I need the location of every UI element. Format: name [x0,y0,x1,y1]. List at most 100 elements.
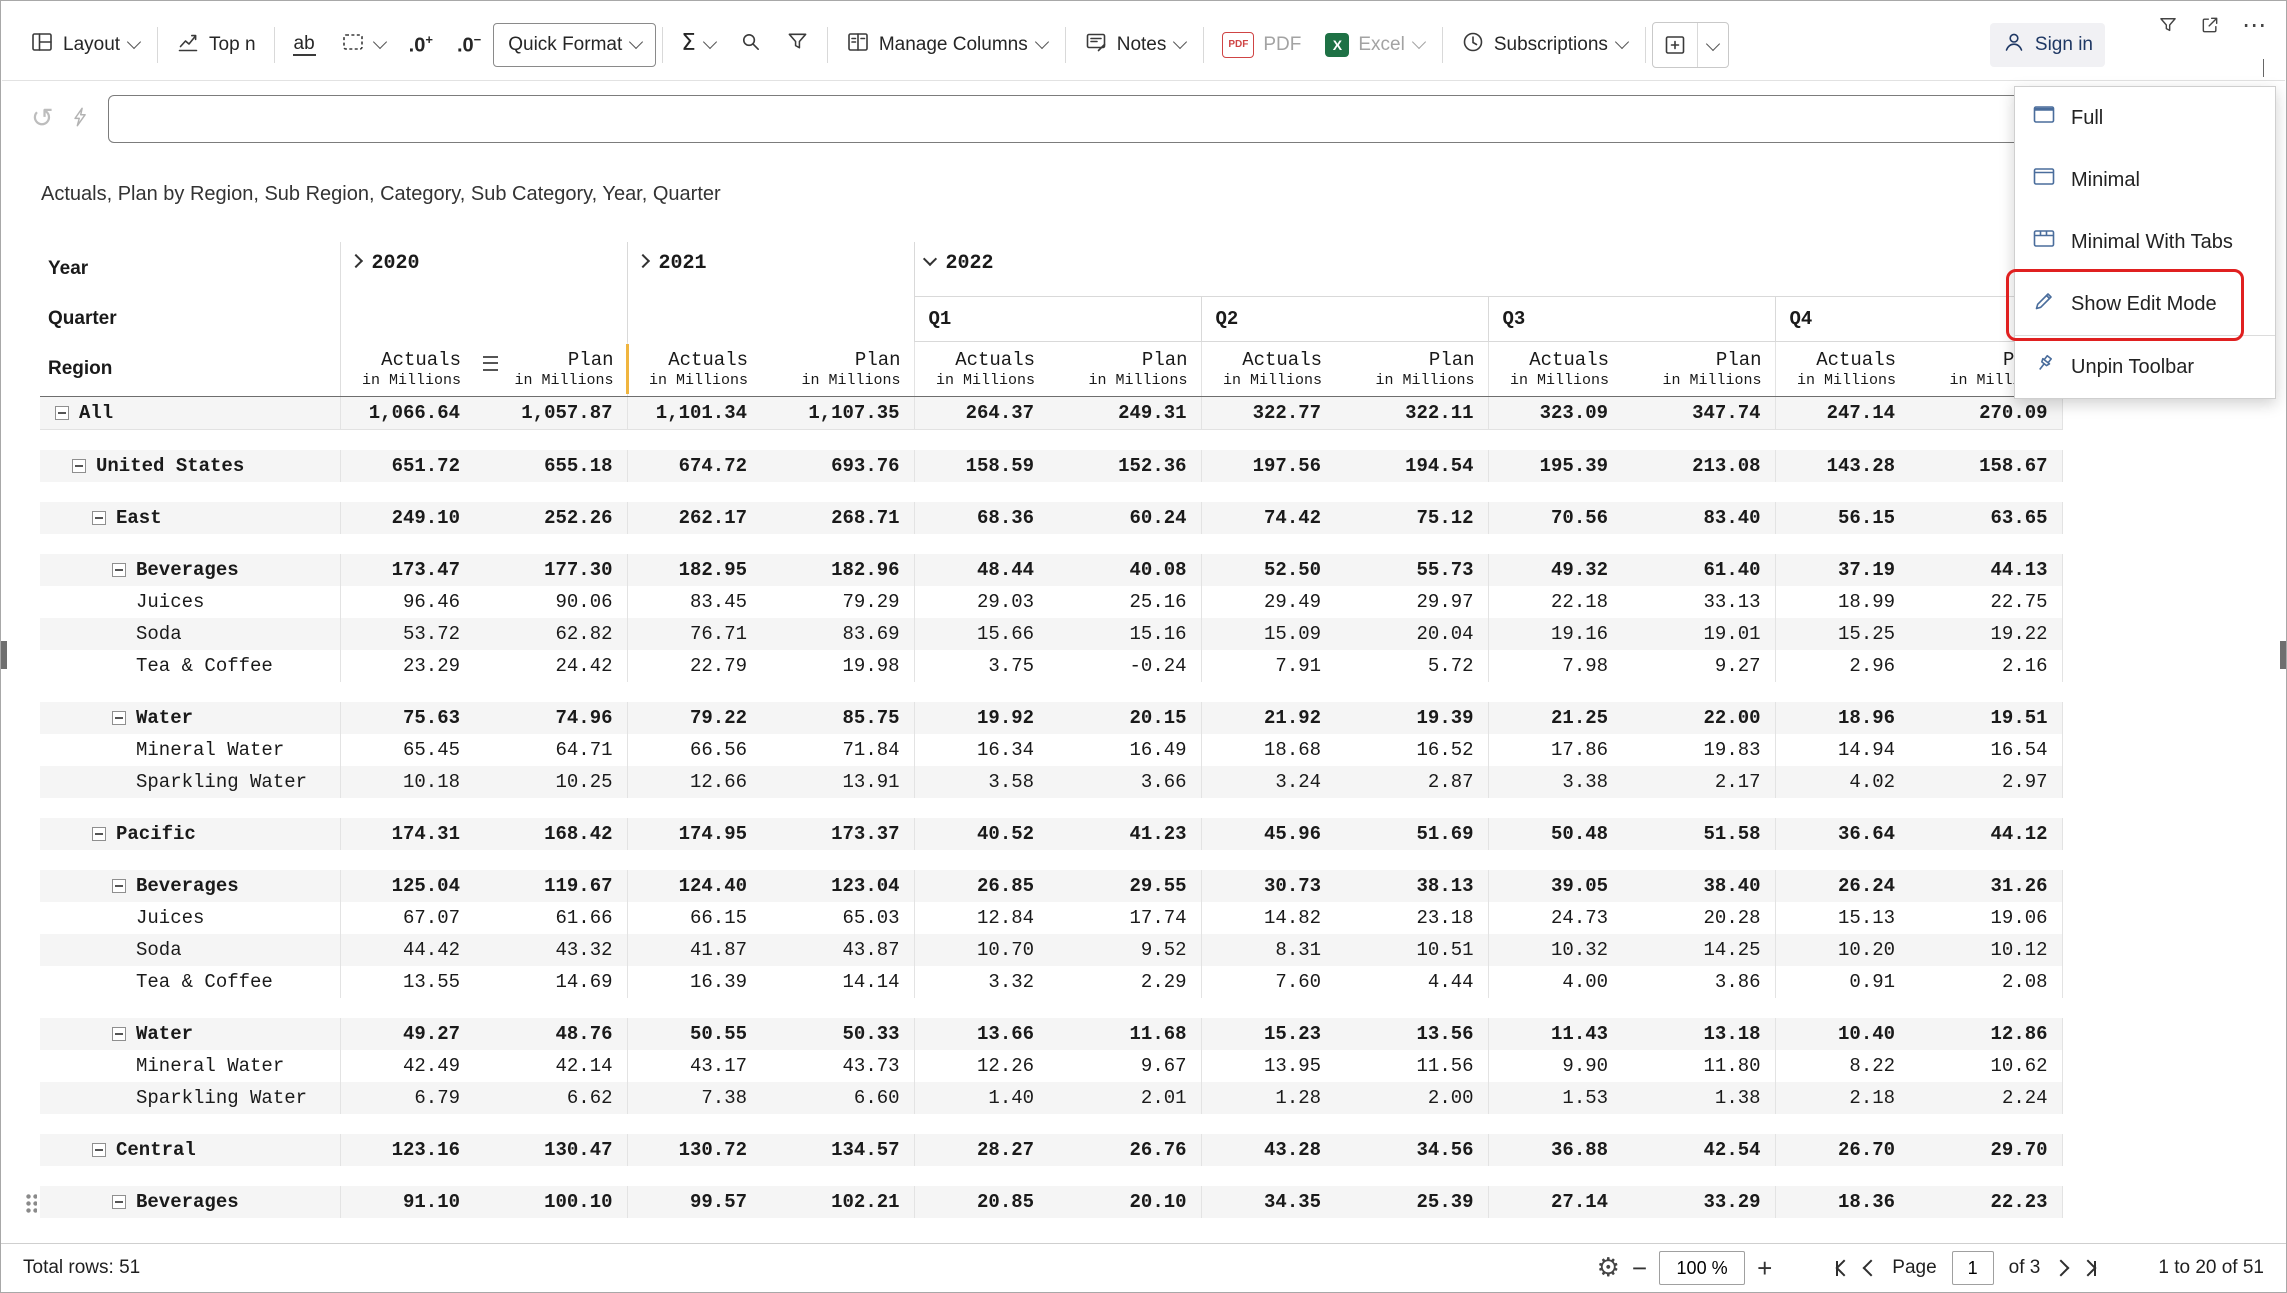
layout-button[interactable]: Layout [18,21,151,69]
data-cell[interactable]: 13.18 [1622,1018,1775,1050]
data-cell[interactable]: 19.01 [1622,618,1775,650]
data-cell[interactable]: 11.68 [1048,1018,1201,1050]
data-cell[interactable]: 3.32 [914,966,1048,998]
data-cell[interactable]: 49.32 [1488,554,1622,586]
data-cell[interactable]: 674.72 [627,450,761,482]
data-cell[interactable]: 22.18 [1488,586,1622,618]
data-cell[interactable]: 347.74 [1622,397,1775,430]
menu-item-minimal-with-tabs[interactable]: Minimal With Tabs [2015,211,2275,273]
data-cell[interactable]: 693.76 [761,450,914,482]
data-cell[interactable]: 41.23 [1048,818,1201,850]
row-label[interactable]: Sparkling Water [40,766,340,798]
more-options-button[interactable]: ⋯ [2242,20,2266,30]
data-cell[interactable]: 29.49 [1201,586,1335,618]
data-cell[interactable]: 29.55 [1048,870,1201,902]
data-cell[interactable]: 173.47 [340,554,474,586]
data-cell[interactable]: 25.16 [1048,586,1201,618]
data-cell[interactable]: 90.06 [474,586,627,618]
data-cell[interactable]: 13.66 [914,1018,1048,1050]
expression-input[interactable] [108,95,2264,143]
data-cell[interactable]: 22.23 [1909,1186,2062,1218]
data-cell[interactable]: 124.40 [627,870,761,902]
row-label[interactable]: East [40,502,340,534]
quick-format-button[interactable]: Quick Format [493,23,656,67]
data-cell[interactable]: 16.39 [627,966,761,998]
collapse-icon[interactable] [112,563,126,577]
data-cell[interactable]: 5.72 [1335,650,1488,682]
data-cell[interactable]: 70.56 [1488,502,1622,534]
data-cell[interactable]: 68.36 [914,502,1048,534]
data-cell[interactable]: 322.11 [1335,397,1488,430]
data-cell[interactable]: 2.08 [1909,966,2062,998]
row-label[interactable]: United States [40,450,340,482]
data-cell[interactable]: 15.16 [1048,618,1201,650]
data-cell[interactable]: 10.40 [1775,1018,1909,1050]
data-cell[interactable]: 40.52 [914,818,1048,850]
chevron-right-icon[interactable] [635,254,649,268]
row-label[interactable]: Beverages [40,870,340,902]
data-cell[interactable]: 10.12 [1909,934,2062,966]
data-cell[interactable]: 252.26 [474,502,627,534]
data-cell[interactable]: 1.38 [1622,1082,1775,1114]
row-label[interactable]: Water [40,702,340,734]
data-cell[interactable]: 40.08 [1048,554,1201,586]
data-cell[interactable]: 79.22 [627,702,761,734]
year-2022-header[interactable]: 2022 [914,242,2062,297]
data-cell[interactable]: 38.40 [1622,870,1775,902]
data-cell[interactable]: 18.68 [1201,734,1335,766]
data-cell[interactable]: 62.82 [474,618,627,650]
quarter-q1-header[interactable]: Q1 [914,297,1201,342]
data-cell[interactable]: 3.58 [914,766,1048,798]
year-2020-header[interactable]: 2020 [340,242,627,342]
sign-in-button[interactable]: Sign in [1990,23,2105,67]
rename-button[interactable]: ab [281,21,328,69]
data-cell[interactable]: 26.70 [1775,1134,1909,1166]
collapse-icon[interactable] [92,827,106,841]
data-cell[interactable]: 197.56 [1201,450,1335,482]
data-cell[interactable]: 9.52 [1048,934,1201,966]
collapse-icon[interactable] [92,1143,106,1157]
data-cell[interactable]: 9.27 [1622,650,1775,682]
data-cell[interactable]: 19.92 [914,702,1048,734]
manage-columns-button[interactable]: Manage Columns [834,21,1059,69]
data-cell[interactable]: 17.86 [1488,734,1622,766]
data-cell[interactable]: 173.37 [761,818,914,850]
data-cell[interactable]: 2.00 [1335,1082,1488,1114]
data-cell[interactable]: 177.30 [474,554,627,586]
data-cell[interactable]: 11.43 [1488,1018,1622,1050]
data-cell[interactable]: 322.77 [1201,397,1335,430]
row-label[interactable]: All [40,397,340,430]
data-cell[interactable]: 30.73 [1201,870,1335,902]
data-cell[interactable]: 102.21 [761,1186,914,1218]
data-cell[interactable]: 7.91 [1201,650,1335,682]
data-cell[interactable]: 3.38 [1488,766,1622,798]
row-label[interactable]: Central [40,1134,340,1166]
measure-header-actuals[interactable]: Actualsin Millions [1488,342,1622,397]
collapse-icon[interactable] [55,406,69,420]
data-cell[interactable]: 15.13 [1775,902,1909,934]
data-cell[interactable]: 194.54 [1335,450,1488,482]
add-view-button[interactable] [1653,23,1697,67]
data-cell[interactable]: 15.66 [914,618,1048,650]
data-cell[interactable]: 2.17 [1622,766,1775,798]
measure-header-actuals[interactable]: Actualsin Millions [1775,342,1909,397]
data-cell[interactable]: 3.86 [1622,966,1775,998]
data-cell[interactable]: 249.31 [1048,397,1201,430]
data-cell[interactable]: 1,057.87 [474,397,627,430]
data-cell[interactable]: 16.54 [1909,734,2062,766]
data-cell[interactable]: 24.42 [474,650,627,682]
measure-header-plan[interactable]: Planin Millions [1048,342,1201,397]
menu-item-minimal[interactable]: Minimal [2015,149,2275,211]
data-cell[interactable]: 7.98 [1488,650,1622,682]
excel-export-button[interactable]: X Excel [1313,21,1435,69]
data-cell[interactable]: 262.17 [627,502,761,534]
data-cell[interactable]: 45.96 [1201,818,1335,850]
data-cell[interactable]: 125.04 [340,870,474,902]
data-cell[interactable]: 174.31 [340,818,474,850]
quarter-q2-header[interactable]: Q2 [1201,297,1488,342]
data-cell[interactable]: 2.16 [1909,650,2062,682]
measure-header-actuals[interactable]: Actualsin Millions [627,342,761,397]
cell-border-button[interactable] [328,21,397,69]
measure-header-plan[interactable]: Planin Millions [1335,342,1488,397]
data-cell[interactable]: 65.45 [340,734,474,766]
